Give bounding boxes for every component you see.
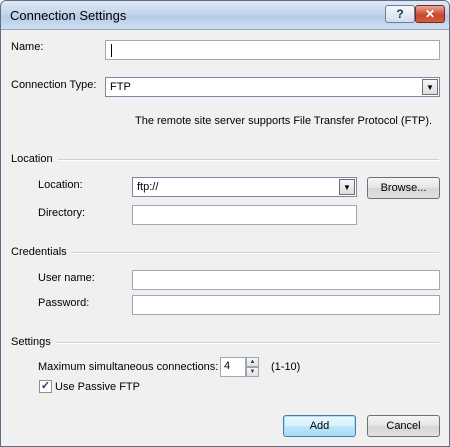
connection-type-description: The remote site server supports File Tra… <box>135 115 433 127</box>
cancel-button[interactable]: Cancel <box>367 415 440 437</box>
chevron-down-icon[interactable]: ▼ <box>339 179 355 195</box>
password-input[interactable] <box>132 295 440 315</box>
location-group-divider <box>58 159 439 161</box>
spin-down-icon[interactable]: ▼ <box>246 367 259 377</box>
settings-group-divider <box>56 342 439 344</box>
passive-ftp-label[interactable]: Use Passive FTP <box>55 381 140 393</box>
name-label: Name: <box>11 41 44 53</box>
max-connections-label: Maximum simultaneous connections: <box>38 361 219 373</box>
directory-label: Directory: <box>38 207 86 219</box>
connection-type-value: FTP <box>110 81 131 93</box>
dialog-body: Name: Connection Type: FTP ▼ The remote … <box>1 30 449 446</box>
location-combobox[interactable]: ftp:// ▼ <box>132 177 357 197</box>
text-caret <box>111 44 112 57</box>
directory-input[interactable] <box>132 205 357 225</box>
username-input[interactable] <box>132 270 440 290</box>
connection-type-label: Connection Type: <box>11 79 97 91</box>
spin-up-icon[interactable]: ▲ <box>246 357 259 367</box>
location-value[interactable]: ftp:// <box>137 181 158 193</box>
help-button[interactable]: ? <box>385 5 415 23</box>
add-button[interactable]: Add <box>283 415 356 437</box>
help-icon: ? <box>396 7 404 21</box>
max-connections-input[interactable]: 4 <box>220 357 246 377</box>
connection-settings-dialog: Connection Settings ? ✕ Name: Connection… <box>0 0 450 447</box>
close-button[interactable]: ✕ <box>415 5 445 23</box>
name-input[interactable] <box>105 40 440 60</box>
settings-group-title: Settings <box>11 336 51 348</box>
credentials-group-title: Credentials <box>11 246 67 258</box>
title-bar[interactable]: Connection Settings ? ✕ <box>1 1 449 30</box>
close-icon: ✕ <box>424 7 436 21</box>
max-connections-range: (1-10) <box>271 361 301 373</box>
check-mark-icon: ✓ <box>40 380 51 392</box>
credentials-group-divider <box>71 252 439 254</box>
dialog-title: Connection Settings <box>10 8 127 23</box>
passive-ftp-checkbox[interactable]: ✓ <box>39 380 52 393</box>
max-connections-stepper[interactable]: ▲ ▼ <box>246 357 259 377</box>
username-label: User name: <box>38 272 95 284</box>
location-group-title: Location <box>11 153 53 165</box>
password-label: Password: <box>38 297 90 309</box>
browse-button[interactable]: Browse... <box>367 177 440 199</box>
chevron-down-icon[interactable]: ▼ <box>422 79 438 95</box>
connection-type-dropdown[interactable]: FTP ▼ <box>105 77 440 97</box>
location-label: Location: <box>38 179 83 191</box>
